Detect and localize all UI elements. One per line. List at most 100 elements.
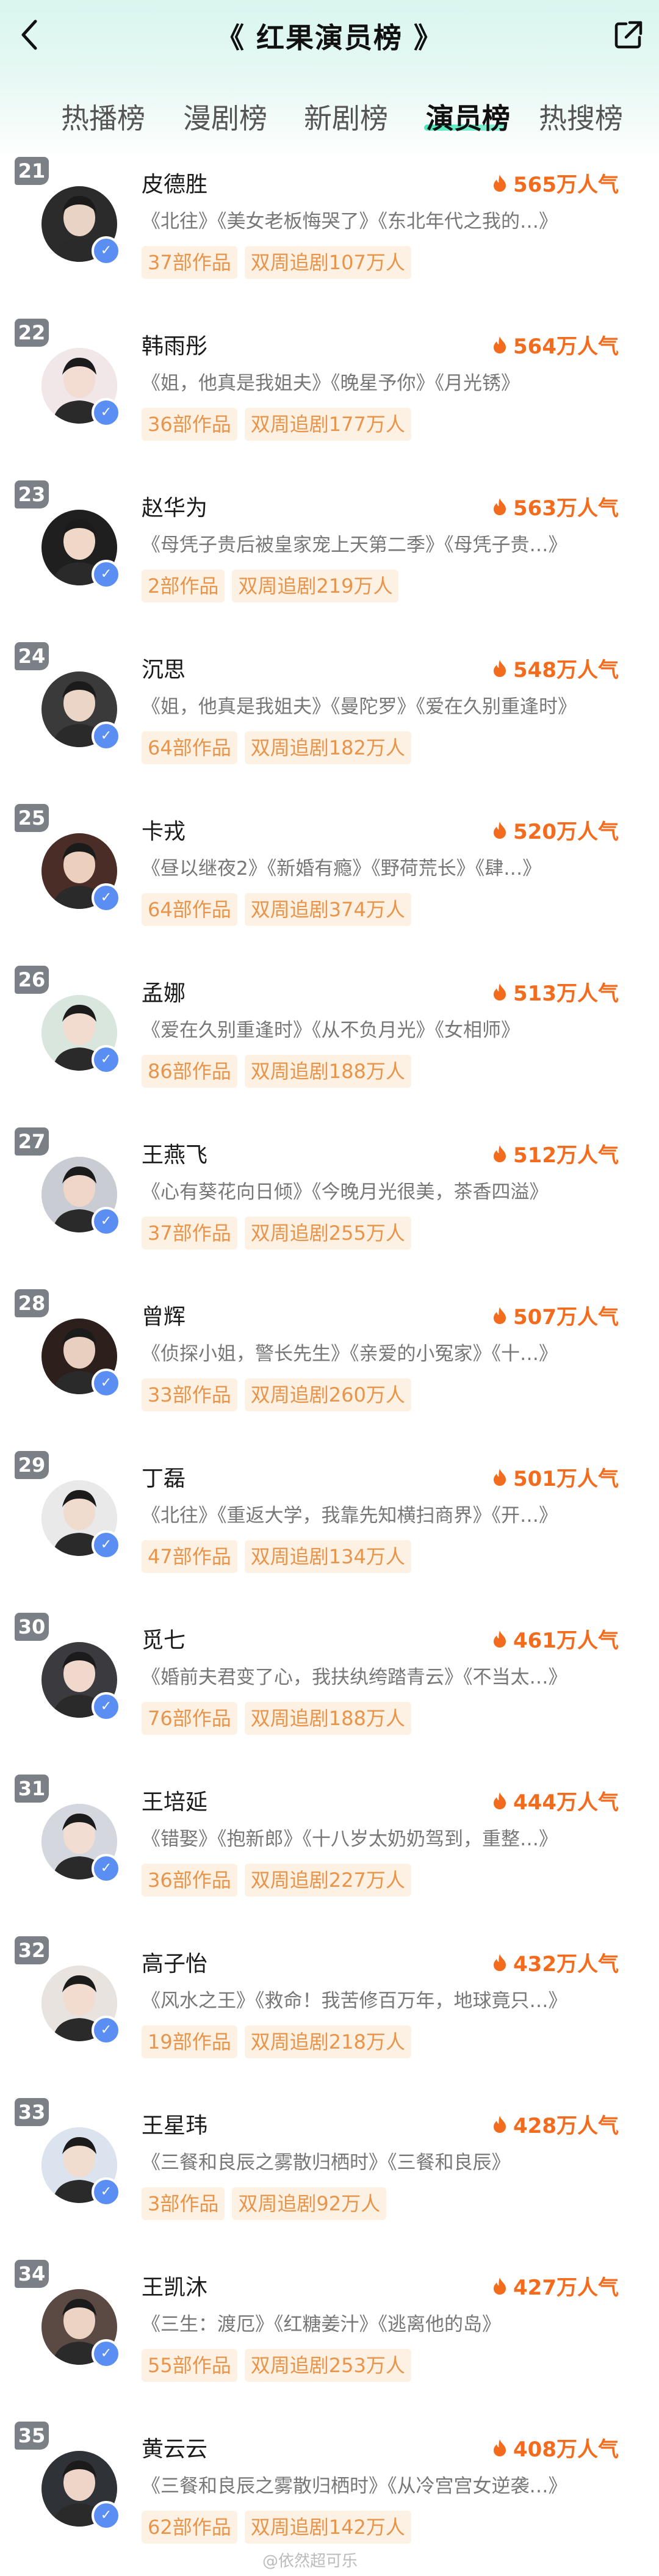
flame-icon [494, 2439, 506, 2456]
flame-icon [494, 497, 506, 515]
popularity: 563万人气 [492, 491, 619, 521]
works-list: 《心有葵花向日倾》《今晚月光很美，茶香四溢》 [142, 1181, 549, 1203]
actor-row[interactable]: ✓ 25 卡戎 520万人气 《昼以继夜2》《新婚有瘾》《野荷荒长》《肆…》 6… [0, 797, 659, 958]
actor-name[interactable]: 觅七 [142, 1623, 185, 1654]
rank-badge: 26 [15, 966, 49, 994]
actor-row[interactable]: ✓ 33 王星玮 428万人气 《三餐和良辰之雾散归栖时》《三餐和良辰》 3部作… [0, 2091, 659, 2252]
popularity-value: 408万人气 [513, 2437, 619, 2462]
works-count-chip: 33部作品 [142, 1378, 237, 1411]
follow-count-chip: 双周追剧260万人 [244, 1378, 411, 1411]
actor-row[interactable]: ✓ 21 皮德胜 565万人气 《北往》《美女老板悔哭了》《东北年代之我的…》 … [0, 150, 659, 311]
actor-row[interactable]: ✓ 26 孟娜 513万人气 《爱在久别重逢时》《从不负月光》《女相师》 86部… [0, 958, 659, 1120]
works-list: 《昼以继夜2》《新婚有瘾》《野荷荒长》《肆…》 [142, 858, 542, 880]
popularity: 444万人气 [492, 1785, 619, 1815]
popularity: 408万人气 [492, 2433, 619, 2462]
actor-row[interactable]: ✓ 31 王培延 444万人气 《错娶》《抱新郎》《十八岁太奶奶驾到，重整…》 … [0, 1767, 659, 1929]
works-count-chip: 3部作品 [142, 2187, 225, 2220]
actor-name[interactable]: 沉思 [142, 652, 185, 684]
popularity: 512万人气 [492, 1138, 619, 1168]
popularity: 548万人气 [492, 653, 619, 683]
rank-badge: 28 [15, 1289, 49, 1317]
actor-row[interactable]: ✓ 28 曾辉 507万人气 《侦探小姐，警长先生》《亲爱的小冤家》《十…》 3… [0, 1282, 659, 1444]
verified-badge-icon: ✓ [92, 1854, 121, 1883]
stat-chips: 36部作品 双周追剧227万人 [142, 1864, 419, 1897]
follow-count-chip: 双周追剧374万人 [244, 893, 411, 926]
verified-badge-icon: ✓ [92, 236, 121, 266]
actor-name[interactable]: 王凯沐 [142, 2270, 207, 2301]
works-list: 《三餐和良辰之雾散归栖时》《从冷宫宫女逆袭…》 [142, 2475, 567, 2497]
actor-name[interactable]: 皮德胜 [142, 167, 207, 198]
popularity-value: 520万人气 [513, 820, 619, 844]
flame-icon [494, 2277, 506, 2295]
works-count-chip: 62部作品 [142, 2511, 237, 2544]
watermark: @依然超可乐 [262, 2552, 358, 2571]
follow-count-chip: 双周追剧188万人 [244, 1702, 411, 1735]
actor-row[interactable]: ✓ 32 高子怡 432万人气 《风水之王》《救命！我苦修百万年，地球竟只…》 … [0, 1929, 659, 2091]
works-list: 《北往》《重返大学，我靠先知横扫商界》《开…》 [142, 1505, 558, 1527]
rank-badge: 23 [15, 480, 49, 508]
actor-name[interactable]: 韩雨彤 [142, 328, 207, 360]
actor-name[interactable]: 王培延 [142, 1784, 207, 1816]
actor-name[interactable]: 高子怡 [142, 1946, 207, 1978]
flame-icon [494, 659, 506, 677]
actor-name[interactable]: 王星玮 [142, 2108, 207, 2140]
share-button[interactable] [609, 15, 648, 54]
actor-name[interactable]: 卡戎 [142, 814, 185, 845]
actor-row[interactable]: ✓ 27 王燕飞 512万人气 《心有葵花向日倾》《今晚月光很美，茶香四溢》 3… [0, 1120, 659, 1282]
works-list: 《风水之王》《救命！我苦修百万年，地球竟只…》 [142, 1990, 567, 2012]
actor-row[interactable]: ✓ 29 丁磊 501万人气 《北往》《重返大学，我靠先知横扫商界》《开…》 4… [0, 1444, 659, 1605]
rank-badge: 24 [15, 642, 49, 670]
actor-name[interactable]: 赵华为 [142, 490, 207, 522]
tab-new[interactable]: 新剧榜 [304, 96, 388, 137]
actor-row[interactable]: ✓ 30 觅七 461万人气 《婚前夫君变了心，我扶纨绔踏青云》《不当太…》 7… [0, 1605, 659, 1767]
popularity-value: 512万人气 [513, 1143, 619, 1168]
works-list: 《三餐和良辰之雾散归栖时》《三餐和良辰》 [142, 2152, 511, 2174]
flame-icon [494, 1145, 506, 1162]
rank-badge: 25 [15, 804, 49, 832]
actor-row[interactable]: ✓ 22 韩雨彤 564万人气 《姐，他真是我姐夫》《晚星予你》《月光锈》 36… [0, 311, 659, 473]
tab-comic[interactable]: 漫剧榜 [183, 96, 267, 137]
actor-row[interactable]: ✓ 23 赵华为 563万人气 《母凭子贵后被皇家宠上天第二季》《母凭子贵…》 … [0, 473, 659, 635]
follow-count-chip: 双周追剧134万人 [244, 1540, 411, 1573]
popularity: 461万人气 [492, 1624, 619, 1654]
popularity: 564万人气 [492, 330, 619, 360]
verified-badge-icon: ✓ [92, 1692, 121, 1721]
verified-badge-icon: ✓ [92, 398, 121, 427]
tab-hot-playing[interactable]: 热播榜 [61, 96, 145, 137]
stat-chips: 2部作品 双周追剧219万人 [142, 570, 406, 602]
actor-name[interactable]: 王燕飞 [142, 1137, 207, 1169]
flame-icon [494, 336, 506, 353]
works-list: 《爱在久别重逢时》《从不负月光》《女相师》 [142, 1019, 520, 1041]
works-count-chip: 64部作品 [142, 731, 237, 764]
actor-row[interactable]: ✓ 34 王凯沐 427万人气 《三生：渡厄》《红糖姜汁》《逃离他的岛》 55部… [0, 2252, 659, 2414]
follow-count-chip: 双周追剧255万人 [244, 1217, 411, 1250]
verified-badge-icon: ✓ [92, 1045, 121, 1074]
popularity: 501万人气 [492, 1462, 619, 1492]
verified-badge-icon: ✓ [92, 883, 121, 913]
share-icon [614, 21, 643, 49]
actor-name[interactable]: 曾辉 [142, 1299, 185, 1331]
popularity: 432万人气 [492, 1947, 619, 1977]
works-count-chip: 36部作品 [142, 408, 237, 441]
stat-chips: 3部作品 双周追剧92万人 [142, 2187, 394, 2220]
actor-row[interactable]: ✓ 24 沉思 548万人气 《姐，他真是我姐夫》《曼陀罗》《爱在久别重逢时》 … [0, 635, 659, 797]
works-count-chip: 19部作品 [142, 2025, 237, 2058]
follow-count-chip: 双周追剧142万人 [244, 2511, 411, 2544]
works-count-chip: 76部作品 [142, 1702, 237, 1735]
popularity-value: 548万人气 [513, 658, 619, 682]
stat-chips: 36部作品 双周追剧177万人 [142, 408, 419, 441]
rank-badge: 22 [15, 319, 49, 347]
actor-name[interactable]: 黄云云 [142, 2431, 207, 2463]
rank-badge: 29 [15, 1451, 49, 1479]
follow-count-chip: 双周追剧92万人 [232, 2187, 387, 2220]
actor-name[interactable]: 孟娜 [142, 975, 185, 1007]
rank-badge: 35 [15, 2422, 49, 2450]
rank-badge: 33 [15, 2098, 49, 2126]
stat-chips: 64部作品 双周追剧374万人 [142, 893, 419, 926]
actor-name[interactable]: 丁磊 [142, 1461, 185, 1492]
tab-hot-search[interactable]: 热搜榜 [539, 96, 623, 137]
flame-icon [494, 1306, 506, 1324]
tab-actors[interactable]: 演员榜 [426, 96, 510, 137]
follow-count-chip: 双周追剧253万人 [244, 2349, 411, 2382]
stat-chips: 55部作品 双周追剧253万人 [142, 2349, 419, 2382]
